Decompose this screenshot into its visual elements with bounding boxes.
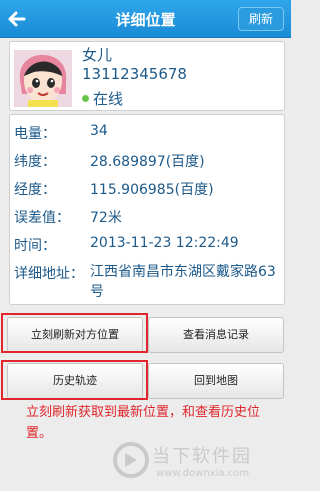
view-messages-button[interactable]: 查看消息记录 [148, 317, 284, 353]
status-dot-icon [82, 95, 89, 102]
back-to-map-button[interactable]: 回到地图 [148, 363, 284, 399]
contact-phone: 13112345678 [82, 65, 187, 83]
address-label: 详细地址： [14, 266, 84, 282]
error-label: 误差值： [14, 210, 70, 226]
online-status: 在线 [82, 88, 123, 109]
history-track-button[interactable]: 历史轨迹 [7, 363, 143, 399]
latitude-value: 28.689897(百度) [90, 154, 205, 170]
avatar [14, 50, 72, 107]
contact-name: 女儿 [82, 46, 113, 64]
top-bar: 详细位置 刷新 [0, 0, 291, 38]
profile-card: 女儿 13112345678 在线 [9, 41, 285, 111]
watermark: 当下软件园 www.downxia.com [112, 441, 287, 489]
time-label: 时间： [14, 238, 56, 254]
longitude-value: 115.906985(百度) [90, 182, 214, 198]
downxia-logo [113, 442, 149, 478]
time-value: 2013-11-23 12:22:49 [90, 235, 239, 251]
battery-label: 电量： [14, 126, 56, 142]
refresh-button[interactable]: 刷新 [238, 7, 284, 31]
latitude-label: 纬度： [14, 154, 56, 170]
address-value: 江西省南昌市东湖区戴家路63号 [90, 264, 276, 300]
error-value: 72米 [90, 210, 122, 226]
refresh-location-button[interactable]: 立刻刷新对方位置 [7, 317, 143, 353]
status-label: 在线 [93, 90, 124, 108]
annotation-text: 立刻刷新获取到最新位置，和查看历史位置。 [26, 405, 261, 441]
location-info-card: 电量： 34 纬度： 28.689897(百度) 经度： 115.906985(… [9, 114, 285, 305]
battery-value: 34 [90, 123, 108, 139]
watermark-brand: 当下软件园 [152, 446, 252, 467]
longitude-label: 经度： [14, 182, 56, 198]
watermark-url: www.downxia.com [156, 468, 250, 479]
